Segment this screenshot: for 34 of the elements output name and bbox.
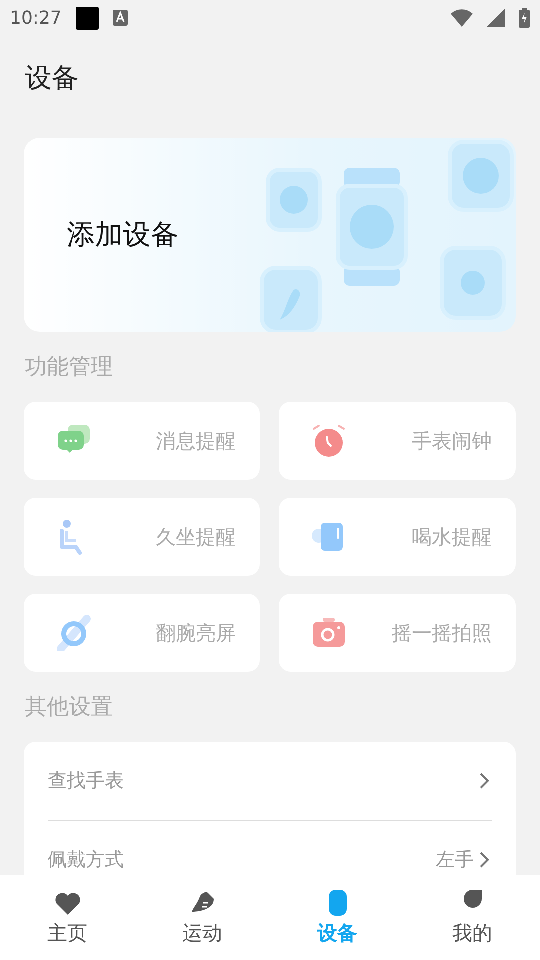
feature-label: 消息提醒 (156, 428, 236, 454)
page-title: 设备 (25, 63, 79, 94)
battery-icon (519, 8, 530, 28)
status-time: 10:27 (10, 8, 62, 28)
chevron-right-icon[interactable] (478, 771, 492, 791)
nav-tab[interactable]: 运动 (135, 875, 270, 960)
wristband-icon (56, 615, 92, 651)
alarm-clock-icon (311, 423, 347, 459)
setting-label[interactable]: 查找手表 (48, 768, 124, 794)
setting-label[interactable]: 佩戴方式 (48, 847, 124, 873)
feature-card[interactable]: 翻腕亮屏 (24, 594, 260, 672)
feature-label: 手表闹钟 (412, 428, 492, 454)
feature-label: 翻腕亮屏 (156, 620, 236, 646)
chevron-right-icon[interactable] (478, 850, 492, 870)
nav-tab[interactable]: 设备 (270, 875, 405, 960)
feature-label: 喝水提醒 (412, 524, 492, 550)
banner-label: 添加设备 (67, 217, 179, 253)
app-notification-icon (76, 6, 99, 30)
signal-icon (487, 9, 505, 27)
nav-tab[interactable]: 主页 (0, 875, 135, 960)
nav-tab[interactable]: 我的 (405, 875, 540, 960)
setting-value: 左手 (436, 848, 474, 873)
add-device-banner[interactable]: 添加设备 (24, 138, 516, 332)
keyboard-icon (112, 10, 128, 26)
feature-card[interactable]: 手表闹钟 (279, 402, 516, 480)
wifi-icon (451, 9, 473, 27)
section-title: 功能管理 (25, 354, 113, 382)
feature-card[interactable]: 喝水提醒 (279, 498, 516, 576)
feature-card[interactable]: 摇一摇拍照 (279, 594, 516, 672)
feature-label: 摇一摇拍照 (392, 620, 492, 646)
feature-card[interactable]: 消息提醒 (24, 402, 260, 480)
section-title: 其他设置 (25, 694, 113, 722)
feature-label: 久坐提醒 (156, 524, 236, 550)
feature-card[interactable]: 久坐提醒 (24, 498, 260, 576)
